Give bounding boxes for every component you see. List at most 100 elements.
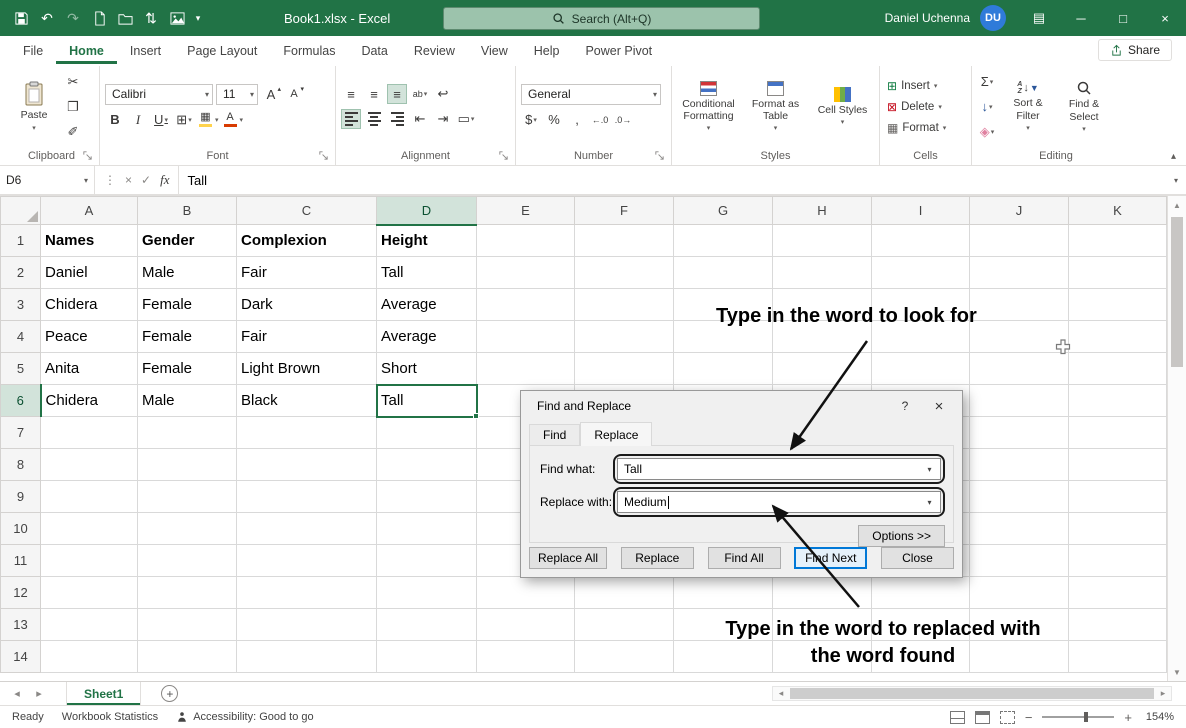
vertical-scrollbar[interactable]: ▲ ▼ (1167, 196, 1186, 681)
cell-A7[interactable] (41, 417, 138, 449)
cell-A13[interactable] (41, 609, 138, 641)
dialog-close-button[interactable]: × (922, 393, 956, 419)
select-all-corner[interactable] (1, 197, 41, 225)
cell-C7[interactable] (237, 417, 377, 449)
cell-J7[interactable] (970, 417, 1069, 449)
vertical-scroll-thumb[interactable] (1171, 217, 1183, 367)
decrease-decimal-button[interactable]: .0→ (613, 110, 633, 130)
cell-C8[interactable] (237, 449, 377, 481)
cell-B5[interactable]: Female (138, 353, 237, 385)
column-header-B[interactable]: B (138, 197, 237, 225)
cell-B9[interactable] (138, 481, 237, 513)
row-header-14[interactable]: 14 (1, 641, 41, 673)
insert-cells-button[interactable]: ⊞Insert▾ (885, 78, 966, 94)
cell-G12[interactable] (674, 577, 773, 609)
number-dialog-launcher[interactable] (654, 150, 665, 161)
cell-D13[interactable] (377, 609, 477, 641)
workbook-statistics-button[interactable]: Workbook Statistics (62, 711, 158, 723)
scroll-up-icon[interactable]: ▲ (1168, 196, 1186, 214)
row-header-11[interactable]: 11 (1, 545, 41, 577)
cell-B3[interactable]: Female (138, 289, 237, 321)
dialog-tab-replace[interactable]: Replace (580, 422, 652, 446)
fill-handle[interactable] (473, 413, 479, 419)
row-header-5[interactable]: 5 (1, 353, 41, 385)
cell-E12[interactable] (477, 577, 575, 609)
column-header-H[interactable]: H (773, 197, 872, 225)
horizontal-scrollbar[interactable]: ◂ ▸ (772, 686, 1172, 701)
accounting-format-button[interactable]: $▾ (521, 110, 541, 130)
cell-A8[interactable] (41, 449, 138, 481)
new-sheet-button[interactable]: + (161, 685, 178, 702)
cell-I1[interactable] (872, 225, 970, 257)
find-what-input[interactable]: Tall ▾ (617, 458, 941, 480)
comma-style-button[interactable]: , (567, 110, 587, 130)
column-header-K[interactable]: K (1069, 197, 1167, 225)
ribbon-tab-formulas[interactable]: Formulas (270, 39, 348, 64)
align-middle-button[interactable]: ≡ (364, 84, 384, 104)
cell-G2[interactable] (674, 257, 773, 289)
cell-D6[interactable]: Tall (377, 385, 477, 417)
new-file-button[interactable] (86, 5, 112, 31)
clear-button[interactable]: ◈▾ (977, 122, 997, 142)
cell-H5[interactable] (773, 353, 872, 385)
sheet-nav-left-icon[interactable]: ◂ (6, 687, 28, 700)
cancel-icon[interactable]: × (125, 173, 132, 187)
cell-E13[interactable] (477, 609, 575, 641)
cell-H12[interactable] (773, 577, 872, 609)
cell-H2[interactable] (773, 257, 872, 289)
row-header-10[interactable]: 10 (1, 513, 41, 545)
conditional-formatting-button[interactable]: Conditional Formatting ▾ (677, 78, 740, 136)
cell-A1[interactable]: Names (41, 225, 138, 257)
cell-B13[interactable] (138, 609, 237, 641)
cell-D11[interactable] (377, 545, 477, 577)
scroll-right-icon[interactable]: ▸ (1155, 688, 1171, 699)
options-button[interactable]: Options >> (858, 525, 945, 547)
page-layout-view-button[interactable] (975, 711, 990, 724)
dialog-button-close[interactable]: Close (881, 547, 954, 569)
zoom-level[interactable]: 154% (1142, 711, 1174, 723)
cell-I2[interactable] (872, 257, 970, 289)
cell-D10[interactable] (377, 513, 477, 545)
cell-I5[interactable] (872, 353, 970, 385)
cell-D3[interactable]: Average (377, 289, 477, 321)
cell-B1[interactable]: Gender (138, 225, 237, 257)
decrease-indent-button[interactable]: ⇤ (410, 109, 430, 129)
column-header-I[interactable]: I (872, 197, 970, 225)
cell-J1[interactable] (970, 225, 1069, 257)
cell-K2[interactable] (1069, 257, 1167, 289)
format-painter-button[interactable]: ✐ (63, 122, 83, 142)
zoom-slider[interactable] (1042, 716, 1114, 718)
cell-K3[interactable] (1069, 289, 1167, 321)
zoom-slider-thumb[interactable] (1084, 712, 1088, 722)
row-header-1[interactable]: 1 (1, 225, 41, 257)
paste-button[interactable]: Paste ▾ (9, 78, 59, 134)
zoom-in-button[interactable]: + (1124, 710, 1132, 725)
ribbon-tab-view[interactable]: View (468, 39, 521, 64)
font-color-button[interactable]: A▾ (222, 110, 244, 130)
cell-A2[interactable]: Daniel (41, 257, 138, 289)
cell-K1[interactable] (1069, 225, 1167, 257)
column-header-C[interactable]: C (237, 197, 377, 225)
row-header-6[interactable]: 6 (1, 385, 41, 417)
cell-J2[interactable] (970, 257, 1069, 289)
number-format-select[interactable]: General▾ (521, 84, 661, 105)
sort-button[interactable]: ⇅ (138, 5, 164, 31)
normal-view-button[interactable] (950, 711, 965, 724)
cell-J11[interactable] (970, 545, 1069, 577)
cell-J4[interactable] (970, 321, 1069, 353)
italic-button[interactable]: I (128, 110, 148, 130)
cell-D8[interactable] (377, 449, 477, 481)
align-bottom-button[interactable]: ≡ (387, 84, 407, 104)
font-dialog-launcher[interactable] (318, 150, 329, 161)
row-header-2[interactable]: 2 (1, 257, 41, 289)
cell-B8[interactable] (138, 449, 237, 481)
cell-F2[interactable] (575, 257, 674, 289)
copy-button[interactable]: ❐ (63, 97, 83, 117)
cell-K11[interactable] (1069, 545, 1167, 577)
row-header-8[interactable]: 8 (1, 449, 41, 481)
cell-F13[interactable] (575, 609, 674, 641)
cell-B12[interactable] (138, 577, 237, 609)
ribbon-tab-data[interactable]: Data (348, 39, 400, 64)
format-cells-button[interactable]: ▦Format▾ (885, 120, 966, 136)
align-right-button[interactable] (387, 109, 407, 129)
